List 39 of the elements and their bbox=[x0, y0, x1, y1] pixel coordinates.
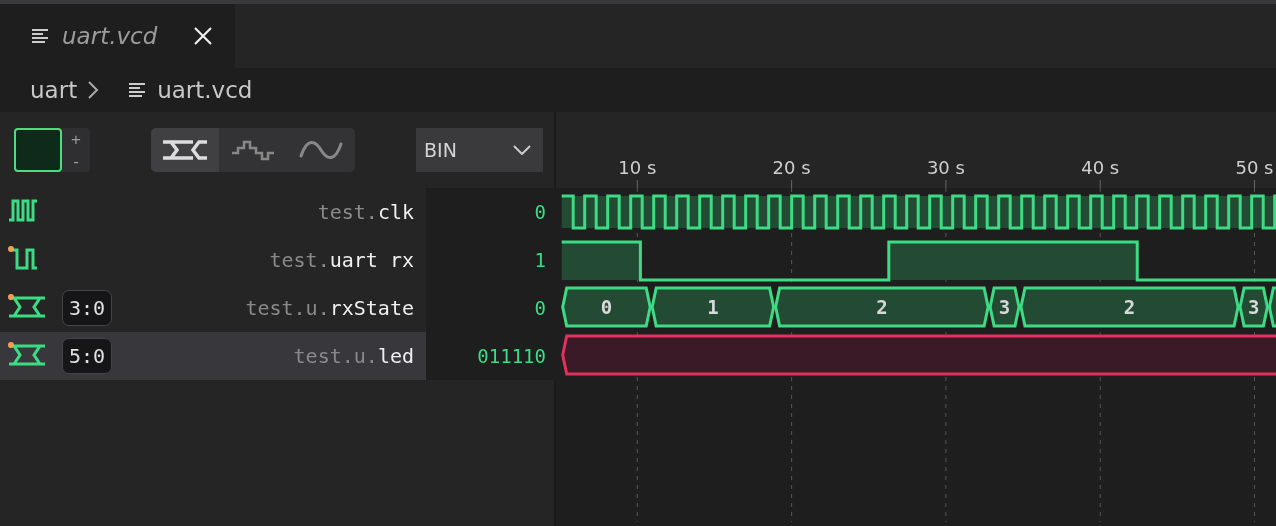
sine-wave-icon bbox=[299, 138, 343, 162]
signal-name: test.u.led bbox=[293, 344, 414, 368]
bus-value-label: 2 bbox=[876, 296, 888, 318]
signal-value: 0 bbox=[426, 284, 556, 332]
bus-value-label: 0 bbox=[600, 296, 613, 318]
file-tab[interactable]: uart.vcd bbox=[0, 4, 235, 68]
signal-value: 0 bbox=[426, 188, 556, 236]
bus-wave-icon bbox=[162, 139, 208, 161]
bus-value-label: 1 bbox=[707, 296, 719, 318]
step-wave-icon bbox=[231, 139, 275, 161]
time-tick-label: 30 s bbox=[926, 157, 965, 178]
bit-width-tag: 5:0 bbox=[62, 338, 113, 374]
bus-value-label: 3 bbox=[998, 296, 1011, 318]
signal-name: test.uart rx bbox=[269, 248, 414, 272]
chevron-right-icon bbox=[87, 79, 100, 100]
file-lines-icon bbox=[129, 81, 148, 98]
tab-title: uart.vcd bbox=[62, 22, 158, 49]
bit-width-tag: 3:0 bbox=[62, 290, 113, 326]
close-icon[interactable] bbox=[193, 25, 214, 46]
signal-value: 011110 bbox=[426, 332, 556, 380]
bus-value-label: 3 bbox=[1248, 296, 1260, 318]
signal-name: test.clk bbox=[317, 200, 414, 224]
time-tick-label: 10 s bbox=[618, 157, 657, 178]
chevron-down-icon bbox=[513, 145, 531, 155]
time-tick-label: 40 s bbox=[1081, 157, 1120, 178]
display-mode-button[interactable] bbox=[151, 128, 219, 172]
zoom-out-button[interactable]: - bbox=[62, 150, 90, 172]
signal-name: test.u.rxState bbox=[245, 296, 414, 320]
file-lines-icon bbox=[32, 27, 50, 44]
zoom-in-button[interactable]: + bbox=[62, 128, 90, 150]
time-tick-label: 20 s bbox=[772, 157, 811, 178]
time-tick-label: 50 s bbox=[1235, 157, 1274, 178]
breadcrumb-item[interactable]: uart.vcd bbox=[157, 76, 253, 103]
format-dropdown[interactable]: BIN bbox=[416, 128, 543, 172]
signal-row[interactable]: 5:0 test.u.led bbox=[0, 332, 426, 380]
color-swatch[interactable] bbox=[14, 128, 62, 172]
signal-value: 1 bbox=[426, 236, 556, 284]
breadcrumb-item[interactable]: uart bbox=[30, 76, 78, 103]
bus-value-label: 2 bbox=[1123, 296, 1136, 318]
